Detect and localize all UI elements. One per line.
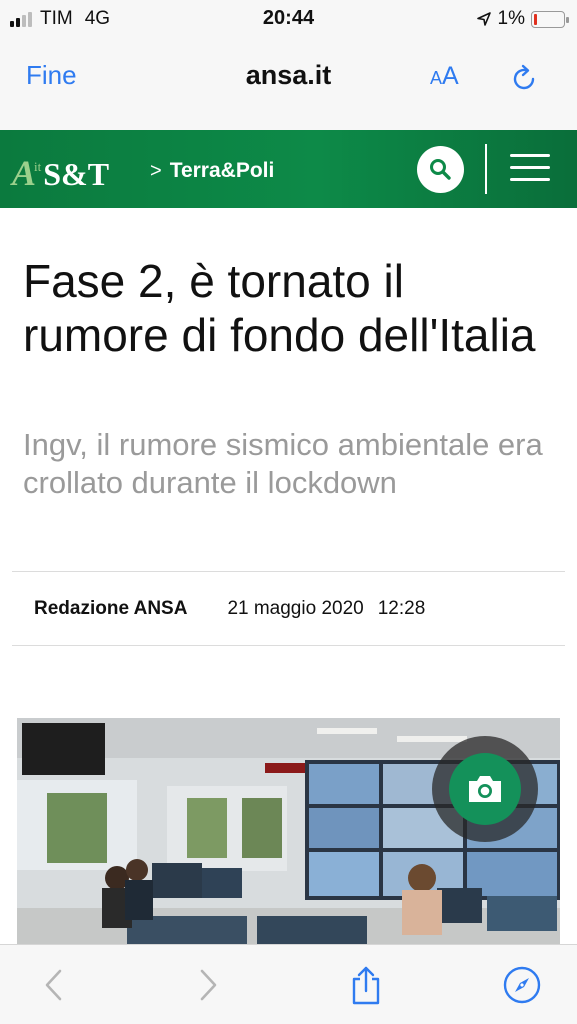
open-in-safari-button[interactable] (502, 965, 542, 1005)
site-domain: ansa.it (245, 60, 332, 90)
location-arrow-icon (476, 12, 491, 26)
article-author: Redazione ANSA (34, 598, 188, 619)
breadcrumb-label: Terra&Poli (169, 159, 275, 182)
browser-top-bar: Fine ansa.it AA (0, 38, 577, 130)
font-size-small-label: A (430, 68, 443, 88)
divider-bottom (12, 645, 565, 646)
divider-top (12, 571, 565, 572)
camera-icon (469, 776, 501, 802)
compass-icon (503, 966, 541, 1004)
article-title: Fase 2, è tornato il rumore di fondo del… (23, 255, 536, 361)
battery-icon (531, 10, 569, 28)
back-arrow-icon (45, 969, 62, 1001)
forward-button[interactable] (188, 965, 228, 1005)
logo-it: it (34, 159, 42, 174)
ansa-st-logo[interactable]: A it S&T (12, 152, 109, 194)
status-right: 1% (476, 8, 569, 30)
font-size-big-label: A (442, 62, 459, 90)
hamburger-menu-icon[interactable] (510, 154, 550, 184)
battery-percent: 1% (497, 8, 525, 29)
logo-letter: A (12, 153, 37, 193)
article-meta: Redazione ANSA 21 maggio 2020 12:28 (34, 598, 425, 620)
forward-arrow-icon (200, 969, 217, 1001)
article-subtitle: Ingv, il rumore sismico ambientale era c… (23, 427, 543, 500)
article-date: 21 maggio 2020 (227, 598, 364, 619)
search-button[interactable] (417, 146, 464, 193)
breadcrumb[interactable]: > Terra&Poli (150, 159, 274, 183)
logo-section: S&T (43, 156, 110, 192)
browser-toolbar (0, 944, 577, 1024)
header-divider (485, 144, 487, 194)
share-icon (352, 966, 380, 1005)
share-button[interactable] (346, 965, 386, 1005)
search-icon (429, 158, 451, 180)
status-bar: TIM 4G 20:44 1% (0, 0, 577, 38)
breadcrumb-separator: > (150, 159, 162, 182)
done-button[interactable]: Fine (26, 60, 77, 91)
font-size-button[interactable]: AA (430, 62, 459, 91)
reload-icon[interactable] (508, 62, 540, 94)
site-header: A it S&T > Terra&Poli (0, 130, 577, 208)
gallery-button[interactable] (432, 736, 538, 842)
article-time: 12:28 (377, 598, 426, 619)
back-button[interactable] (34, 965, 74, 1005)
